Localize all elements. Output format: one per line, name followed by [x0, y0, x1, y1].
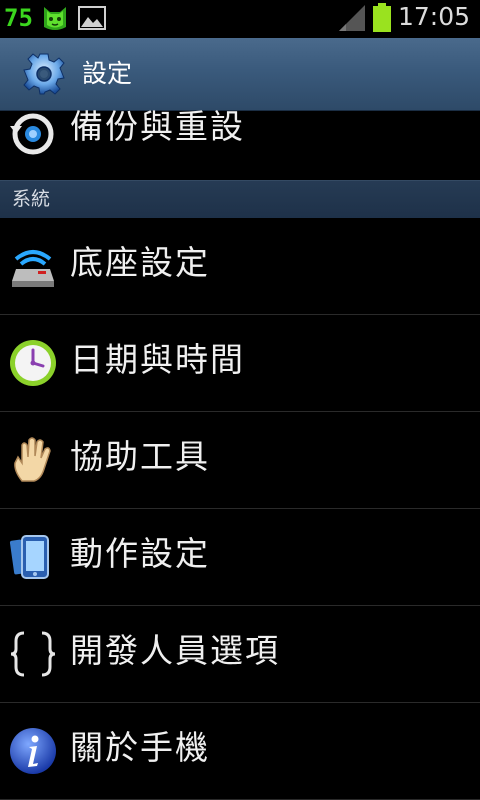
list-item-label: 關於手機 [70, 728, 210, 767]
section-header-system: 系統 [0, 180, 480, 218]
list-item-label: 日期與時間 [70, 340, 245, 379]
backup-reset-icon [10, 113, 54, 155]
hand-icon [14, 437, 51, 482]
list-item-label: 底座設定 [70, 243, 210, 282]
list-item-dock-settings[interactable]: 底座設定 [0, 218, 480, 315]
list-item-label: 備份與重設 [70, 107, 245, 146]
dock-icon [12, 250, 54, 287]
gear-icon [23, 53, 65, 95]
battery-percent-text: 75 [4, 4, 33, 32]
list-item-date-time[interactable]: 日期與時間 [0, 315, 480, 412]
list-item-developer-options[interactable]: 開發人員選項 [0, 606, 480, 703]
section-header-label: 系統 [12, 188, 51, 210]
title-bar: 設定 [0, 38, 480, 111]
cat-notification-icon [44, 7, 66, 30]
clock-icon [10, 340, 56, 386]
settings-screen: 75 17:05 設定 備份與重設 系統 底座設定 日期與時間 協助工具 動作設… [0, 0, 480, 800]
list-item-accessibility[interactable]: 協助工具 [0, 412, 480, 509]
settings-list[interactable]: 備份與重設 系統 底座設定 日期與時間 協助工具 動作設定 開發人員選項 關於手… [0, 107, 480, 800]
list-item-backup-reset[interactable]: 備份與重設 [0, 107, 480, 180]
clock-time: 17:05 [397, 2, 470, 31]
braces-icon [10, 631, 56, 677]
list-item-motion-settings[interactable]: 動作設定 [0, 509, 480, 606]
page-title: 設定 [82, 59, 133, 88]
signal-icon [339, 5, 365, 31]
status-bar[interactable]: 75 17:05 [0, 0, 480, 38]
motion-phone-icon [9, 535, 49, 579]
list-item-label: 動作設定 [70, 534, 210, 573]
list-item-label: 協助工具 [70, 437, 210, 476]
gallery-icon [78, 6, 106, 30]
battery-icon [373, 3, 391, 32]
list-item-about-phone[interactable]: 關於手機 [0, 703, 480, 800]
info-icon [10, 728, 56, 774]
list-item-label: 開發人員選項 [70, 631, 280, 670]
